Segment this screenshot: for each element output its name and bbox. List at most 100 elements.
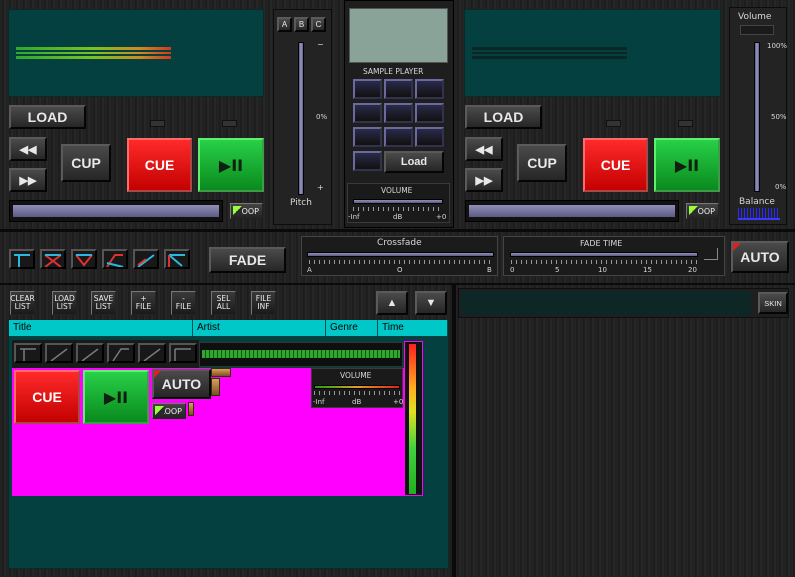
sample-pad-3[interactable]	[415, 79, 444, 99]
volume-slider-track[interactable]	[754, 42, 760, 192]
right-cue-button[interactable]: CUE	[583, 138, 648, 192]
right-load-button[interactable]: LOAD	[465, 105, 542, 129]
fx-button-6[interactable]	[164, 249, 190, 269]
arrow-down-icon: ▼	[425, 297, 437, 309]
balance-meter[interactable]	[738, 208, 780, 220]
mini-knob-3[interactable]	[188, 402, 194, 416]
drop-fade-icon	[168, 254, 185, 267]
fx-button-4[interactable]	[102, 249, 128, 269]
mini-play-pause-button[interactable]: ▶II	[83, 370, 149, 424]
mini-drop-icon	[174, 348, 191, 361]
pitch-plus-label: +	[317, 183, 324, 192]
crossfade-slider[interactable]	[307, 252, 494, 257]
sample-pad-10[interactable]	[353, 151, 382, 171]
sampler-db-label: dB	[393, 213, 403, 221]
skin-button[interactable]: SKIN	[758, 292, 788, 314]
left-cue-button[interactable]: CUE	[127, 138, 192, 192]
fade-button[interactable]: FADE	[209, 247, 286, 273]
add-file-button[interactable]: + FILE	[131, 291, 156, 315]
left-led-1	[150, 120, 165, 127]
sampler-volume-slider[interactable]	[353, 199, 443, 204]
mini-fx-2[interactable]	[45, 343, 73, 363]
right-play-pause-button[interactable]: ▶II	[654, 138, 720, 192]
move-up-button[interactable]: ▲	[376, 291, 408, 315]
fx-button-2[interactable]	[40, 249, 66, 269]
cross-fade-icon	[44, 254, 62, 267]
remove-file-button[interactable]: - FILE	[171, 291, 196, 315]
sample-pad-2[interactable]	[384, 79, 413, 99]
vertical-divider	[452, 285, 456, 577]
left-led-2	[222, 120, 237, 127]
pitch-a-button[interactable]: A	[277, 17, 292, 32]
clear-list-button[interactable]: CLEAR LIST	[10, 291, 35, 315]
fadetime-handle[interactable]	[704, 248, 718, 260]
loop-indicator-icon	[233, 206, 242, 215]
mini-knob-2[interactable]	[211, 378, 220, 396]
mini-fx-4[interactable]	[107, 343, 135, 363]
sample-pad-4[interactable]	[353, 103, 382, 123]
mini-knob-1[interactable]	[211, 368, 231, 377]
fadetime-ticks	[511, 260, 697, 264]
fast-forward-icon: ▶▶	[19, 174, 37, 187]
sample-pad-7[interactable]	[353, 127, 382, 147]
column-genre[interactable]: Genre	[326, 320, 378, 336]
sample-pad-1[interactable]	[353, 79, 382, 99]
mini-curve-icon	[112, 348, 129, 361]
fadetime-tick-15: 15	[643, 266, 652, 274]
fx-button-3[interactable]	[71, 249, 97, 269]
slope-fade-icon	[137, 254, 155, 267]
volume-knob[interactable]	[740, 25, 774, 35]
fx-button-1[interactable]	[9, 249, 35, 269]
save-list-button[interactable]: SAVE LIST	[91, 291, 116, 315]
pitch-c-button[interactable]: C	[311, 17, 326, 32]
sampler-volume-label: VOLUME	[381, 186, 413, 195]
right-position-slider[interactable]	[465, 200, 679, 222]
file-info-button[interactable]: FILE INF	[251, 291, 276, 315]
fx-button-5[interactable]	[133, 249, 159, 269]
left-play-pause-button[interactable]: ▶II	[198, 138, 264, 192]
left-cup-button[interactable]: CUP	[61, 144, 111, 182]
mixer-divider	[0, 229, 795, 232]
sampler-load-button[interactable]: Load	[384, 151, 444, 173]
sample-pad-8[interactable]	[384, 127, 413, 147]
left-forward-button[interactable]: ▶▶	[9, 168, 47, 192]
mini-slope-icon	[81, 348, 99, 361]
right-loop-button[interactable]: LOOP	[686, 203, 719, 219]
sampler-min-label: -Inf	[348, 213, 360, 221]
load-list-button[interactable]: LOAD LIST	[52, 291, 77, 315]
fadetime-slider[interactable]	[510, 252, 698, 257]
left-position-slider[interactable]	[9, 200, 223, 222]
move-down-button[interactable]: ▼	[415, 291, 447, 315]
pitch-b-button[interactable]: B	[294, 17, 309, 32]
loop-indicator-icon	[155, 406, 164, 415]
mini-fx-5[interactable]	[138, 343, 166, 363]
left-load-button[interactable]: LOAD	[9, 105, 86, 129]
mini-fx-6[interactable]	[169, 343, 197, 363]
sample-pad-5[interactable]	[384, 103, 413, 123]
mini-volume-ticks	[314, 391, 400, 395]
pitch-slider-track[interactable]	[298, 42, 304, 195]
volume-0-label: 0%	[775, 183, 787, 191]
column-time[interactable]: Time	[378, 320, 448, 336]
select-all-button[interactable]: SEL ALL	[211, 291, 236, 315]
fadetime-tick-5: 5	[555, 266, 560, 274]
right-forward-button[interactable]: ▶▶	[465, 168, 503, 192]
mini-fx-3[interactable]	[76, 343, 104, 363]
left-loop-button[interactable]: LOOP	[230, 203, 263, 219]
right-rewind-button[interactable]: ◀◀	[465, 137, 503, 161]
column-title[interactable]: Title	[9, 320, 193, 336]
fadetime-tick-20: 20	[688, 266, 697, 274]
mini-cue-button[interactable]: CUE	[14, 370, 80, 424]
curve-fade-icon	[106, 254, 124, 267]
left-rewind-button[interactable]: ◀◀	[9, 137, 47, 161]
mini-loop-button[interactable]: LOOP	[152, 403, 186, 419]
right-cup-button[interactable]: CUP	[517, 144, 567, 182]
mini-volume-slider[interactable]	[314, 385, 400, 389]
column-artist[interactable]: Artist	[193, 320, 326, 336]
mini-min-label: -Inf	[313, 398, 325, 406]
sample-pad-9[interactable]	[415, 127, 444, 147]
pitch-minus-label: −	[317, 40, 324, 49]
mini-fx-1[interactable]	[14, 343, 42, 363]
crossfade-ticks	[309, 260, 493, 264]
sample-pad-6[interactable]	[415, 103, 444, 123]
